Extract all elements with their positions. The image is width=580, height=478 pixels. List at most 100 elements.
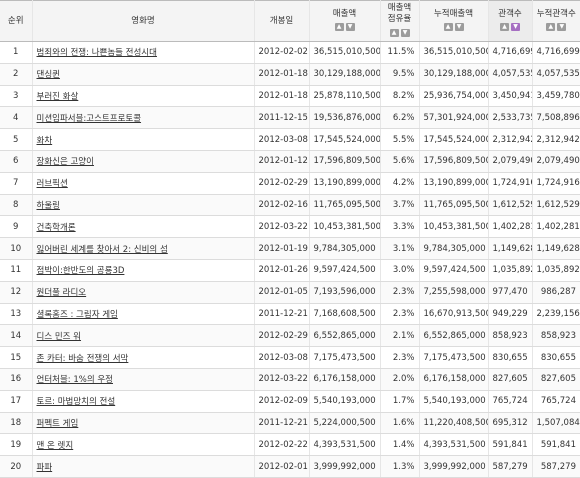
movie-title-link[interactable]: 디스 민즈 워: [37, 332, 82, 342]
movie-title-cell: 셜록홈즈 : 그림자 게임: [32, 303, 255, 326]
sort-desc-icon[interactable]: ▼: [557, 23, 567, 31]
sales-cell: 13,190,899,000: [309, 172, 381, 195]
movie-title-cell: 하울링: [32, 194, 255, 217]
movie-title-link[interactable]: 원더풀 라디오: [37, 288, 87, 298]
rank-cell: 7: [0, 172, 33, 195]
sales-cell: 7,175,473,500: [309, 346, 381, 369]
movie-title-link[interactable]: 미션임파서블:고스트프로토콜: [37, 114, 142, 124]
movie-title-cell: 파파: [32, 455, 255, 478]
movie-title-link[interactable]: 셜록홈즈 : 그림자 게임: [37, 310, 118, 320]
header-title-label: 영화명: [131, 15, 155, 26]
header-rank-label: 순위: [7, 15, 24, 26]
table-row: 1 범죄와의 전쟁: 나쁜놈들 전성시대 2012-02-02 36,515,010,…: [0, 41, 580, 64]
sort-desc-icon[interactable]: ▼: [345, 23, 355, 31]
table-row: 16 언터처블: 1%의 우정 2012-03-22 6,176,158,000 2.0…: [0, 368, 580, 391]
movie-title-link[interactable]: 점박이:한반도의 공룡3D: [37, 266, 125, 276]
release-date-cell: 2012-02-29: [254, 324, 310, 348]
table-row: 14 디스 민즈 워 2012-02-29 6,552,865,000 2.1% 6,55…: [0, 324, 580, 348]
cum-sales-cell: 30,129,188,000: [419, 63, 489, 86]
share-cell: 4.2%: [380, 172, 420, 195]
movie-title-link[interactable]: 존 카터: 바숨 전쟁의 서막: [37, 354, 129, 364]
movie-title-link[interactable]: 토르: 마법망치의 전설: [37, 397, 116, 407]
release-date-cell: 2012-02-16: [254, 194, 310, 217]
rank-cell: 2: [0, 63, 33, 86]
movie-title-cell: 미션임파서블:고스트프로토콜: [32, 106, 255, 130]
movie-title-cell: 러브픽션: [32, 172, 255, 195]
movie-title-link[interactable]: 범죄와의 전쟁: 나쁜놈들 전성시대: [37, 48, 157, 58]
cum-sales-cell: 6,176,158,000: [419, 368, 489, 391]
movie-title-link[interactable]: 부러진 화살: [37, 92, 79, 102]
sort-asc-icon[interactable]: ▲: [389, 28, 399, 37]
audience-cell: 591,841: [488, 433, 533, 457]
table-row: 5 화차 2012-03-08 17,545,524,000 5.5% 17,545,52…: [0, 128, 580, 151]
cum-sales-cell: 10,453,381,500: [419, 215, 489, 239]
share-cell: 1.7%: [380, 390, 420, 413]
rank-cell: 16: [0, 368, 33, 391]
table-row: 20 파파 2012-02-01 3,999,992,000 1.3% 3,999,992…: [0, 455, 580, 478]
movie-title-cell: 장화신은 고양이: [32, 150, 255, 173]
header-cum-audience-label: 누적관객수: [536, 8, 576, 19]
table-row: 2 댄싱퀸 2012-01-18 30,129,188,000 9.5% 30,129,1…: [0, 63, 580, 86]
movie-title-link[interactable]: 하울링: [37, 201, 60, 211]
release-date-cell: 2012-02-22: [254, 433, 310, 457]
table-row: 10 잃어버린 세계를 찾아서 2: 신비의 섬 2012-01-19 9,784,3…: [0, 237, 580, 260]
share-cell: 3.7%: [380, 194, 420, 217]
release-date-cell: 2012-03-22: [254, 215, 310, 239]
sales-cell: 7,193,596,000: [309, 281, 381, 304]
movie-title-link[interactable]: 건축학개론: [37, 223, 76, 233]
movie-title-cell: 디스 민즈 워: [32, 324, 255, 348]
sort-desc-icon[interactable]: ▼: [454, 23, 464, 31]
movie-title-link[interactable]: 맨 온 렛지: [37, 441, 74, 451]
header-share-label-2: 점유율: [387, 14, 412, 24]
table-row: 7 러브픽션 2012-02-29 13,190,899,000 4.2% 13,190,…: [0, 172, 580, 195]
sort-asc-icon[interactable]: ▲: [546, 23, 556, 31]
movie-title-link[interactable]: 파파: [37, 463, 53, 473]
release-date-cell: 2011-12-15: [254, 106, 310, 130]
movie-title-link[interactable]: 언터처블: 1%의 우정: [37, 375, 114, 385]
table-row: 17 토르: 마법망치의 전설 2012-02-09 5,540,193,000 1.7…: [0, 390, 580, 413]
sort-asc-icon[interactable]: ▲: [500, 23, 509, 31]
sales-cell: 17,545,524,000: [309, 128, 381, 151]
rank-cell: 19: [0, 433, 33, 457]
share-cell: 1.3%: [380, 455, 420, 478]
cum-audience-cell: 2,239,156: [532, 303, 580, 326]
release-date-cell: 2012-01-19: [254, 237, 310, 260]
header-sales: 매출액 ▲ ▼: [309, 0, 381, 42]
header-release-label: 개봉일: [269, 15, 294, 26]
sort-desc-icon[interactable]: ▼: [511, 23, 520, 31]
sort-desc-icon[interactable]: ▼: [400, 28, 410, 37]
movie-title-link[interactable]: 퍼펙트 게임: [37, 419, 79, 429]
release-date-cell: 2012-02-02: [254, 41, 310, 64]
rank-cell: 11: [0, 259, 33, 282]
cum-audience-cell: 591,841: [532, 433, 580, 457]
share-cell: 3.0%: [380, 259, 420, 282]
cum-audience-cell: 1,612,529: [532, 194, 580, 217]
movie-title-link[interactable]: 러브픽션: [37, 179, 68, 189]
release-date-cell: 2012-02-09: [254, 390, 310, 413]
cum-audience-cell: 830,655: [532, 346, 580, 369]
cum-audience-cell: 1,507,084: [532, 412, 580, 435]
movie-title-link[interactable]: 장화신은 고양이: [37, 157, 94, 167]
cum-audience-cell: 1,149,628: [532, 237, 580, 260]
sales-cell: 11,765,095,500: [309, 194, 381, 217]
release-date-cell: 2011-12-21: [254, 412, 310, 435]
rank-cell: 3: [0, 85, 33, 108]
cum-sales-cell: 11,765,095,500: [419, 194, 489, 217]
audience-cell: 977,470: [488, 281, 533, 304]
movie-title-link[interactable]: 화차: [37, 136, 53, 146]
rank-cell: 13: [0, 303, 33, 326]
cum-sales-cell: 9,597,424,500: [419, 259, 489, 282]
cum-audience-cell: 1,402,281: [532, 215, 580, 239]
cum-audience-cell: 4,716,699: [532, 41, 580, 64]
movie-title-link[interactable]: 잃어버린 세계를 찾아서 2: 신비의 섬: [37, 245, 168, 255]
movie-title-link[interactable]: 댄싱퀸: [37, 70, 60, 80]
rank-cell: 12: [0, 281, 33, 304]
cum-audience-cell: 1,035,892: [532, 259, 580, 282]
audience-cell: 2,079,490: [488, 150, 533, 173]
cum-audience-cell: 858,923: [532, 324, 580, 348]
movie-title-cell: 맨 온 렛지: [32, 433, 255, 457]
rank-cell: 20: [0, 455, 33, 478]
sort-asc-icon[interactable]: ▲: [443, 23, 453, 31]
table-row: 13 셜록홈즈 : 그림자 게임 2011-12-21 7,168,608,500 2.…: [0, 303, 580, 326]
sort-asc-icon[interactable]: ▲: [334, 23, 344, 31]
